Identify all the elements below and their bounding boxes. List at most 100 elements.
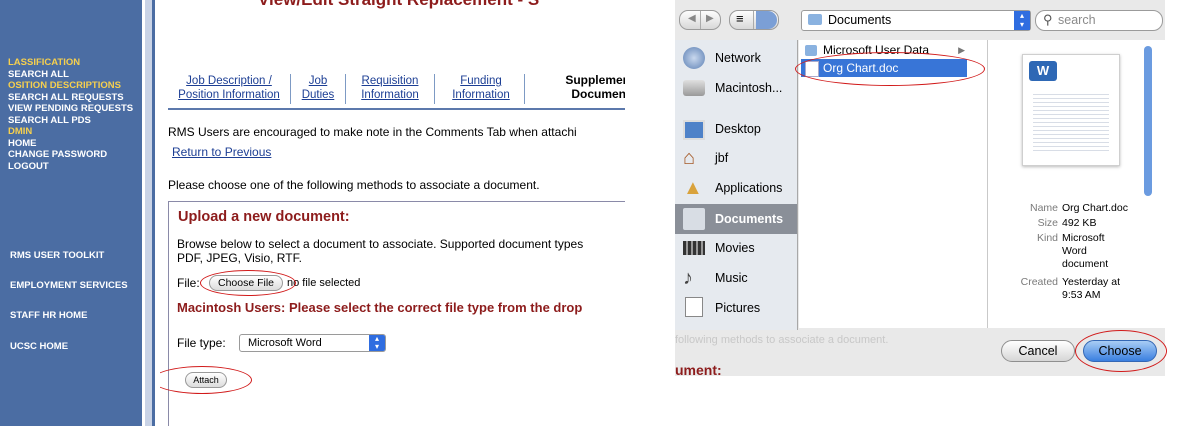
view-mode-buttons[interactable]: ≡ <box>729 10 779 30</box>
main-content: View/Edit Straight Replacement - S Job D… <box>160 0 625 426</box>
tab-requisition[interactable]: Requisition Information <box>354 74 426 102</box>
upload-section: Upload a new document: Browse below to s… <box>168 201 625 426</box>
sidebar-item-label: Desktop <box>715 122 761 136</box>
page-title: View/Edit Straight Replacement - S <box>258 0 539 10</box>
background-page-text: following methods to associate a documen… <box>675 334 889 346</box>
search-all-link[interactable]: SEARCH ALL <box>8 69 133 81</box>
location-label: Documents <box>828 13 892 27</box>
logout-link[interactable]: LOGOUT <box>8 161 133 173</box>
sidebar-item-movies[interactable]: Movies <box>675 234 797 262</box>
search-placeholder: search <box>1058 13 1096 27</box>
sidebar-item-music[interactable]: ♪ Music <box>675 264 797 292</box>
sidebar-item-macintosh[interactable]: Macintosh... <box>675 74 797 102</box>
sidebar-item-applications[interactable]: ▲ Applications <box>675 174 797 202</box>
file-name: Microsoft User Data <box>823 43 930 57</box>
list-item-microsoft-user-data[interactable]: Microsoft User Data ▶ <box>801 41 967 59</box>
tab-label-line1: Job Description / <box>186 75 272 87</box>
sidebar-item-label: Applications <box>715 181 783 195</box>
desktop-icon <box>683 120 705 140</box>
sidebar-item-label: Music <box>715 271 748 285</box>
browse-instructions: Browse below to select a document to ass… <box>177 237 584 251</box>
sidebar-item-label: Documents <box>715 212 784 226</box>
meta-size-value: 492 KB <box>1062 217 1097 229</box>
search-icon: ⚲ <box>1043 12 1053 27</box>
staff-hr-home-link[interactable]: STAFF HR HOME <box>10 310 87 321</box>
list-item-org-chart[interactable]: Org Chart.doc <box>801 59 967 77</box>
meta-kind-value: Microsoft Word document <box>1062 232 1109 270</box>
list-view-icon[interactable]: ≡ <box>736 11 744 26</box>
search-field[interactable]: ⚲ search <box>1035 10 1163 31</box>
employment-services-link[interactable]: EMPLOYMENT SERVICES <box>10 280 128 291</box>
ucsc-home-link[interactable]: UCSC HOME <box>10 341 68 352</box>
sidebar-item-pictures[interactable]: Pictures <box>675 294 797 322</box>
content-border <box>152 0 155 426</box>
meta-name-key: Name <box>1029 202 1058 214</box>
tab-label-line2: Duties <box>301 89 335 101</box>
tab-divider <box>345 74 346 104</box>
tab-divider <box>524 74 525 104</box>
tab-label-line1: Job <box>308 75 328 87</box>
document-preview-icon: W <box>1022 54 1120 166</box>
sidebar-item-label: Macintosh... <box>715 81 783 95</box>
file-type-label: File type: <box>177 336 226 350</box>
tab-job-description[interactable]: Job Description / Position Information <box>174 74 284 102</box>
back-icon[interactable]: ◀ <box>688 13 696 24</box>
search-all-pds-link[interactable]: SEARCH ALL PDS <box>8 115 133 127</box>
meta-created-value: Yesterday at 9:53 AM <box>1062 276 1120 301</box>
sidebar-item-label: Movies <box>715 241 755 255</box>
sidebar-item-label: jbf <box>715 151 729 165</box>
file-type-select[interactable]: Microsoft Word ▴ ▾ <box>239 334 386 352</box>
change-password-link[interactable]: CHANGE PASSWORD <box>8 149 133 161</box>
file-open-dialog: ◀ ▶ ≡ Documents ▴ ▾ ⚲ search Network Mac… <box>675 0 1165 376</box>
return-to-previous-link[interactable]: Return to Previous <box>172 145 271 159</box>
tab-job-duties[interactable]: Job Duties <box>298 74 338 102</box>
tab-funding[interactable]: Funding Information <box>442 74 520 102</box>
tab-divider <box>290 74 291 104</box>
tab-label-line2: Document <box>571 87 625 101</box>
popup-arrows-icon: ▴ ▾ <box>1014 11 1030 30</box>
file-label: File: <box>177 276 200 290</box>
select-arrows-icon: ▴ ▾ <box>369 335 385 351</box>
cancel-button[interactable]: Cancel <box>1001 340 1075 362</box>
meta-kind-key: Kind <box>1036 232 1058 244</box>
back-forward-buttons[interactable]: ◀ ▶ <box>679 10 721 30</box>
admin-heading: DMIN <box>8 126 33 137</box>
comments-notice: RMS Users are encouraged to make note in… <box>168 125 577 139</box>
movies-icon <box>683 241 705 255</box>
meta-size-key: Size <box>1037 217 1058 229</box>
scrollbar-thumb[interactable] <box>1144 46 1152 196</box>
classification-nav: LASSIFICATION SEARCH ALL OSITION DESCRIP… <box>8 57 133 172</box>
attach-button[interactable]: Attach <box>185 372 227 388</box>
pictures-icon <box>685 297 703 317</box>
chevron-right-icon: ▶ <box>958 45 965 55</box>
sidebar-item-desktop[interactable]: Desktop <box>675 115 797 143</box>
tab-underline <box>168 108 625 110</box>
tab-label-line1: Requisition <box>361 75 419 87</box>
meta-created-key: Created <box>1020 276 1058 288</box>
column-view-icon[interactable] <box>756 11 777 29</box>
tab-bar: Job Description / Position Information J… <box>168 46 625 106</box>
choose-file-button[interactable]: Choose File <box>209 275 283 291</box>
no-file-selected-text: no file selected <box>287 277 361 289</box>
choose-button[interactable]: Choose <box>1083 340 1157 362</box>
location-popup[interactable]: Documents ▴ ▾ <box>801 10 1031 31</box>
search-all-requests-link[interactable]: SEARCH ALL REQUESTS <box>8 92 133 104</box>
button-divider <box>700 11 701 29</box>
supported-types: PDF, JPEG, Visio, RTF. <box>177 251 302 265</box>
rms-user-toolkit-link[interactable]: RMS USER TOOLKIT <box>10 250 104 261</box>
sidebar-item-label: Network <box>715 51 761 65</box>
sidebar-item-documents[interactable]: Documents <box>675 204 797 234</box>
rms-sidebar: LASSIFICATION SEARCH ALL OSITION DESCRIP… <box>0 0 145 426</box>
home-icon: ⌂ <box>683 147 696 169</box>
preview-pane: W Name Org Chart.doc Size 492 KB Kind Mi… <box>987 40 1154 328</box>
sidebar-item-jbf[interactable]: ⌂ jbf <box>675 144 797 172</box>
forward-icon[interactable]: ▶ <box>706 13 714 24</box>
view-pending-requests-link[interactable]: VIEW PENDING REQUESTS <box>8 103 133 115</box>
tab-supplemental-documents[interactable]: Supplemen Document <box>530 73 625 101</box>
folder-icon <box>805 45 817 56</box>
applications-icon: ▲ <box>683 177 703 199</box>
word-logo-icon: W <box>1029 61 1057 81</box>
file-type-value: Microsoft Word <box>248 337 322 349</box>
home-link[interactable]: HOME <box>8 138 133 150</box>
sidebar-item-network[interactable]: Network <box>675 44 797 72</box>
